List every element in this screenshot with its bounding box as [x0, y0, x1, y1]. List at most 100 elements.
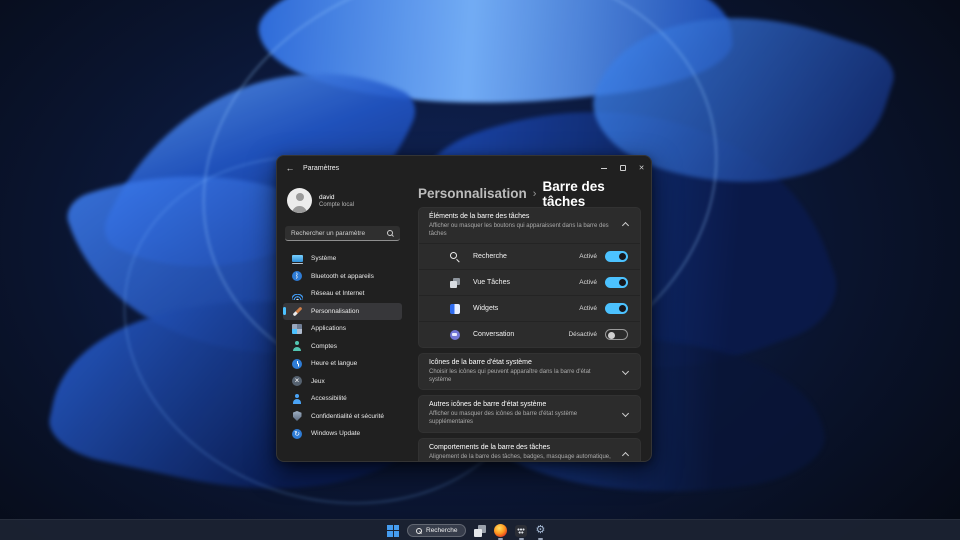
row-recherche: Recherche Activé — [419, 243, 640, 269]
sidebar-item-label: Confidentialité et sécurité — [311, 412, 384, 420]
section-subtitle: Choisir les icônes qui peuvent apparaîtr… — [429, 369, 591, 384]
task-view-icon — [474, 524, 487, 537]
sidebar-item-confidentialite[interactable]: Confidentialité et sécurité — [283, 408, 402, 425]
maximize-button[interactable] — [613, 156, 632, 180]
section-header-tray-icons[interactable]: Icônes de la barre d'état système Choisi… — [419, 354, 640, 389]
privacy-shield-icon — [291, 410, 303, 422]
titlebar: ← Paramètres ✕ — [277, 156, 651, 180]
close-button[interactable]: ✕ — [632, 156, 651, 180]
sidebar-item-label: Applications — [311, 325, 347, 332]
sidebar-item-label: Personnalisation — [311, 307, 360, 315]
minimize-button[interactable] — [594, 156, 613, 180]
card-taskbar-items: Éléments de la barre des tâches Afficher… — [418, 207, 641, 349]
settings-search-input[interactable]: Rechercher un paramètre — [285, 226, 400, 241]
app-grid-icon — [515, 524, 528, 537]
section-title: Autres icônes de barre d'état système — [429, 401, 547, 409]
windows-logo-icon — [387, 524, 399, 537]
sidebar-item-accessibilite[interactable]: Accessibilité — [283, 390, 402, 407]
toggle-conversation[interactable] — [605, 329, 628, 341]
task-view-icon — [449, 277, 460, 288]
sidebar-item-bluetooth[interactable]: Bluetooth et appareils — [283, 268, 402, 285]
back-button[interactable]: ← — [277, 163, 303, 173]
sidebar-item-heure-langue[interactable]: Heure et langue — [283, 355, 402, 372]
toggle-status-label: Activé — [579, 279, 597, 287]
user-name: david — [319, 193, 335, 201]
sidebar-item-jeux[interactable]: Jeux — [283, 373, 402, 390]
section-title: Icônes de la barre d'état système — [429, 359, 532, 367]
search-placeholder: Rechercher un paramètre — [291, 229, 366, 237]
card-taskbar-behaviors: Comportements de la barre des tâches Ali… — [418, 437, 641, 461]
taskbar-search-button[interactable]: Recherche — [406, 520, 467, 540]
section-header-taskbar-items[interactable]: Éléments de la barre des tâches Afficher… — [419, 208, 640, 243]
toggle-recherche[interactable] — [605, 251, 628, 263]
firefox-icon — [494, 524, 508, 537]
section-title: Éléments de la barre des tâches — [429, 213, 530, 220]
time-language-icon — [291, 358, 303, 370]
row-vue-taches: Vue Tâches Activé — [419, 269, 640, 295]
section-header-behaviors[interactable]: Comportements de la barre des tâches Ali… — [419, 439, 640, 461]
section-header-other-tray-icons[interactable]: Autres icônes de barre d'état système Af… — [419, 396, 640, 431]
search-icon — [416, 527, 422, 534]
sidebar-item-label: Windows Update — [311, 430, 361, 437]
app-grid-button[interactable] — [514, 520, 528, 540]
accessibility-icon — [291, 393, 303, 405]
chevron-down-icon[interactable] — [621, 409, 630, 418]
row-label: Conversation — [473, 331, 515, 339]
sidebar-item-windows-update[interactable]: Windows Update — [283, 425, 402, 442]
sidebar-item-applications[interactable]: Applications — [283, 320, 402, 337]
chat-icon — [449, 329, 460, 340]
avatar — [287, 188, 312, 213]
sidebar-item-label: Comptes — [311, 342, 338, 350]
window-title: Paramètres — [303, 164, 340, 172]
row-widgets: Widgets Activé — [419, 295, 640, 321]
chevron-down-icon[interactable] — [621, 367, 630, 375]
widgets-icon — [449, 303, 460, 314]
section-subtitle: Alignement de la barre des tâches, badge… — [429, 453, 611, 460]
desktop: ← Paramètres ✕ david Compte local Recher… — [0, 0, 960, 540]
personalization-icon — [291, 305, 303, 317]
network-icon — [291, 288, 303, 300]
toggle-widgets[interactable] — [605, 303, 628, 315]
breadcrumb: Personnalisation › Barre des tâches — [418, 179, 641, 209]
settings-content: Personnalisation › Barre des tâches Élém… — [408, 179, 651, 461]
settings-window: ← Paramètres ✕ david Compte local Recher… — [276, 155, 652, 462]
start-button[interactable] — [386, 520, 400, 540]
row-label: Recherche — [473, 253, 507, 261]
windows-update-icon — [291, 428, 303, 440]
sidebar-item-reseau[interactable]: Réseau et Internet — [283, 285, 402, 302]
gear-icon: ⚙ — [535, 524, 546, 536]
search-icon — [387, 229, 394, 237]
card-system-tray-icons: Icônes de la barre d'état système Choisi… — [418, 353, 641, 391]
chevron-up-icon[interactable] — [621, 452, 630, 460]
row-label: Widgets — [473, 305, 499, 313]
toggle-vue-taches[interactable] — [605, 277, 628, 289]
section-title: Comportements de la barre des tâches — [429, 443, 551, 451]
search-icon — [449, 251, 460, 262]
row-conversation: Conversation Désactivé — [419, 321, 640, 347]
accounts-icon — [291, 340, 303, 352]
system-icon — [291, 253, 303, 265]
user-account[interactable]: david Compte local — [287, 188, 400, 213]
taskbar-search-label: Recherche — [426, 527, 458, 534]
chevron-up-icon[interactable] — [621, 221, 630, 229]
sidebar-item-personnalisation[interactable]: Personnalisation — [283, 302, 402, 320]
toggle-status-label: Désactivé — [568, 331, 597, 339]
page-title: Barre des tâches — [542, 178, 605, 209]
breadcrumb-parent[interactable]: Personnalisation — [418, 186, 527, 201]
firefox-button[interactable] — [493, 520, 508, 540]
sidebar-nav: Système Bluetooth et appareils Réseau et… — [283, 250, 402, 442]
sidebar-item-systeme[interactable]: Système — [283, 250, 402, 267]
sidebar: david Compte local Rechercher un paramèt… — [277, 180, 408, 461]
task-view-button[interactable] — [473, 520, 487, 540]
sidebar-item-comptes[interactable]: Comptes — [283, 338, 402, 355]
section-subtitle: Afficher ou masquer les boutons qui appa… — [429, 223, 609, 238]
sidebar-item-label: Jeux — [311, 377, 325, 385]
toggle-status-label: Activé — [579, 305, 597, 313]
toggle-status-label: Activé — [579, 253, 597, 261]
sidebar-item-label: Bluetooth et appareils — [311, 272, 374, 280]
row-label: Vue Tâches — [473, 279, 510, 287]
gaming-icon — [291, 375, 303, 387]
sidebar-item-label: Heure et langue — [311, 360, 358, 367]
settings-taskbar-button[interactable]: ⚙ — [534, 520, 546, 540]
taskbar: Recherche ⚙ — [0, 519, 960, 540]
